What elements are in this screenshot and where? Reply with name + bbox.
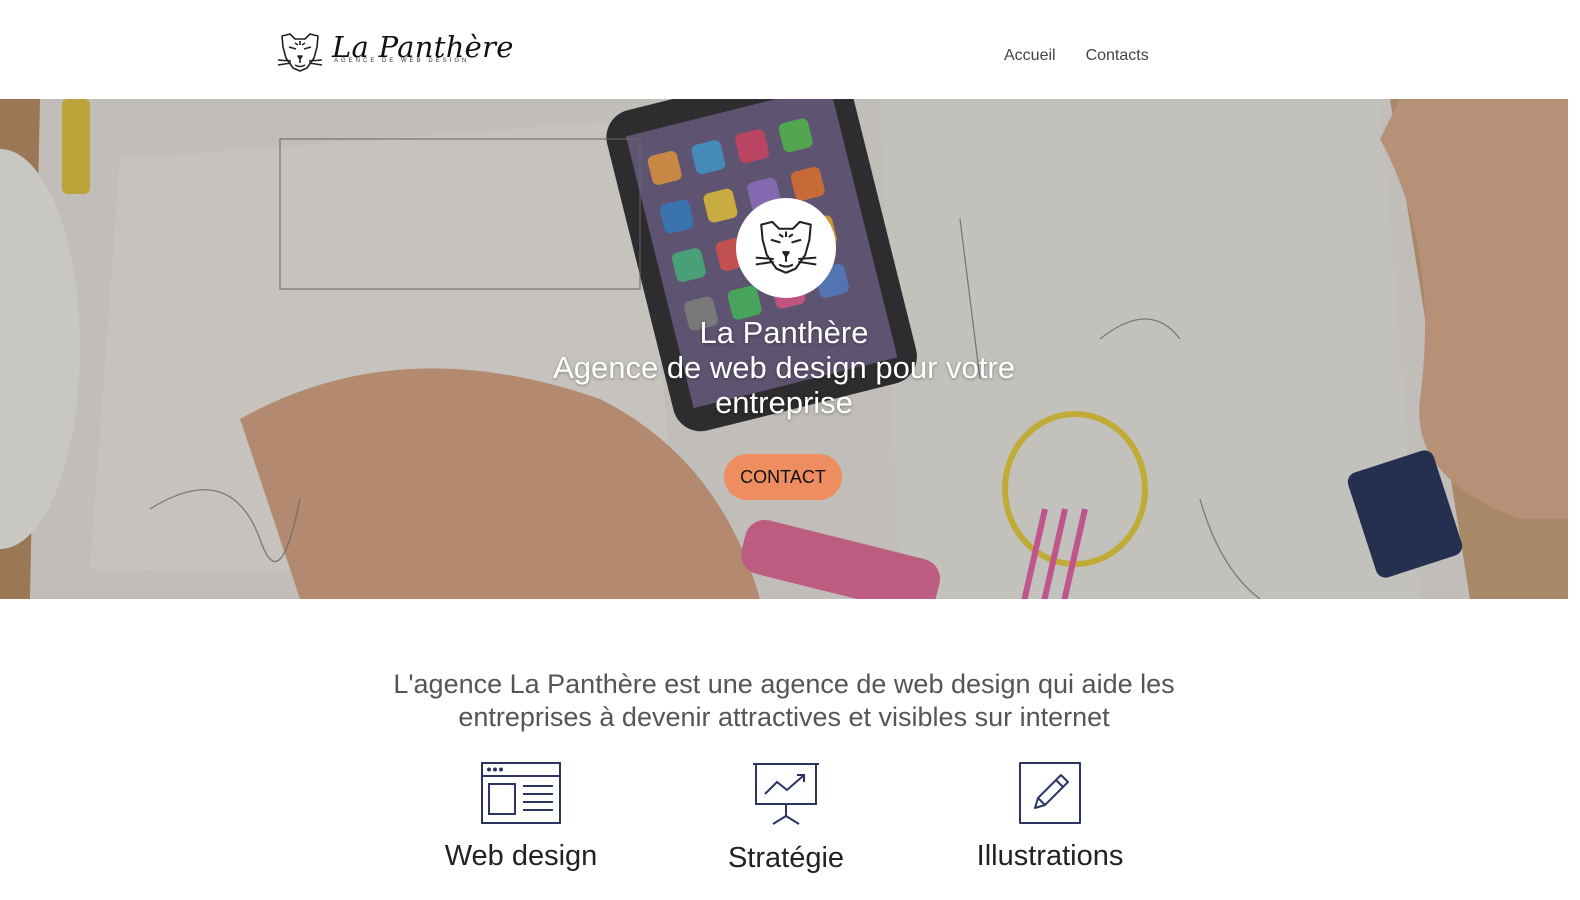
service-title-strategie: Stratégie — [727, 842, 845, 874]
hero-banner: La Panthère Agence de web design pour vo… — [0, 99, 1568, 599]
nav-link-accueil[interactable]: Accueil — [1004, 47, 1056, 65]
hero-logo-badge — [736, 198, 836, 298]
logo-text-group: La Panthère AGENCE DE WEB DESIGN — [332, 30, 514, 64]
pencil-edit-icon — [1019, 762, 1081, 824]
service-title-illustrations: Illustrations — [976, 840, 1124, 872]
hero-content: La Panthère Agence de web design pour vo… — [0, 99, 1568, 599]
presentation-chart-icon — [753, 763, 819, 825]
browser-layout-icon — [481, 762, 561, 824]
hero-title: La Panthère — [699, 315, 869, 350]
agency-intro: L'agence La Panthère est une agence de w… — [0, 668, 1568, 734]
service-title-web-design: Web design — [444, 840, 598, 872]
logo-tagline: AGENCE DE WEB DESIGN — [334, 58, 470, 64]
nav-link-contacts[interactable]: Contacts — [1086, 47, 1149, 65]
site-logo[interactable]: La Panthère AGENCE DE WEB DESIGN — [276, 30, 514, 76]
service-strategie: Stratégie — [656, 762, 916, 875]
site-header: La Panthère AGENCE DE WEB DESIGN Accueil… — [0, 0, 1580, 99]
service-illustrations: Illustrations — [920, 762, 1180, 873]
services-section: Web design Stratégie Illustrations — [0, 762, 1568, 900]
hero-heading: La Panthère Agence de web design pour vo… — [0, 315, 1568, 420]
hero-subtitle: Agence de web design pour votre entrepri… — [553, 350, 1015, 420]
panther-head-icon — [755, 220, 817, 274]
intro-line-2: entreprises à devenir attractives et vis… — [458, 702, 1110, 732]
main-nav: Accueil Contacts — [1004, 47, 1149, 65]
intro-line-1: L'agence La Panthère est une agence de w… — [393, 669, 1175, 699]
contact-button[interactable]: CONTACT — [724, 454, 842, 500]
panther-logo-icon — [277, 33, 323, 72]
service-web-design: Web design — [391, 762, 651, 873]
